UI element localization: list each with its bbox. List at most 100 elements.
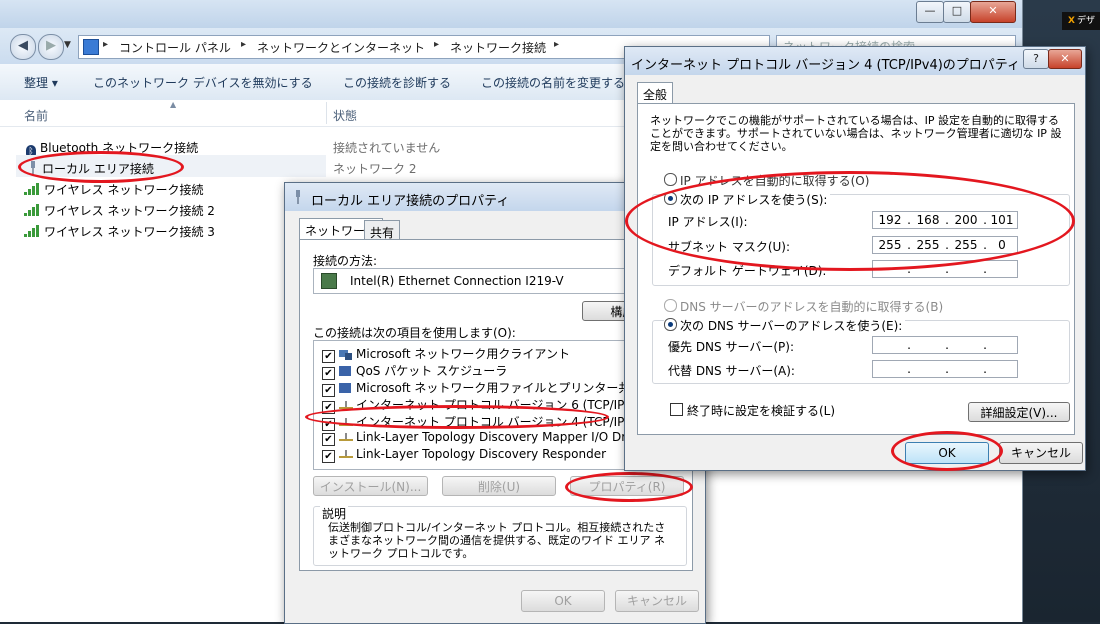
column-header-status[interactable]: 状態 [333, 107, 357, 124]
list-item-wireless-3[interactable]: ワイヤレス ネットワーク接続 3 [24, 223, 215, 240]
description-group: 説明 伝送制御プロトコル/インターネット プロトコル。相互接続されたさまざまなネ… [313, 505, 687, 566]
title-bar: — □ ✕ [0, 0, 1022, 28]
subnet-mask-label: サブネット マスク(U): [668, 240, 791, 254]
list-item-wireless[interactable]: ワイヤレス ネットワーク接続 [24, 181, 203, 198]
close-button[interactable]: ✕ [970, 1, 1016, 23]
client-icon [339, 350, 352, 360]
badge-label: デザ [1076, 16, 1095, 26]
radio-unselected[interactable] [664, 173, 677, 186]
wifi-icon [24, 225, 39, 237]
connection-name: Bluetooth ネットワーク接続 [40, 141, 199, 155]
subnet-mask-field[interactable]: 255. 255. 255. 0 [872, 236, 1018, 254]
service-icon [339, 366, 351, 376]
description-text: 伝送制御プロトコル/インターネット プロトコル。相互接続されたさまざまなネットワ… [328, 521, 666, 560]
checkbox-unchecked[interactable] [670, 403, 683, 416]
breadcrumb-control-panel[interactable]: コントロール パネル [119, 39, 231, 56]
network-adapter-icon [321, 273, 337, 289]
wifi-icon [24, 204, 39, 216]
radio-selected[interactable] [664, 192, 677, 205]
wifi-icon [24, 183, 39, 195]
gateway-field[interactable]: ... [872, 260, 1018, 278]
list-item-wireless-2[interactable]: ワイヤレス ネットワーク接続 2 [24, 202, 215, 219]
protocol-icon [339, 401, 353, 409]
connection-name: ローカル エリア接続 [42, 162, 154, 176]
help-button[interactable]: ? [1023, 49, 1049, 69]
adapter-name: Intel(R) Ethernet Connection I219-V [350, 274, 564, 288]
lan-icon [296, 190, 300, 204]
rename-command[interactable]: この接続の名前を変更する [481, 74, 625, 91]
breadcrumb-network-internet[interactable]: ネットワークとインターネット [257, 39, 425, 56]
chevron-right-icon[interactable]: ▸ [434, 39, 439, 50]
cancel-button[interactable]: キャンセル [999, 442, 1083, 464]
manual-dns-option[interactable]: 次の DNS サーバーのアドレスを使う(E): [664, 317, 906, 334]
chevron-right-icon[interactable]: ▸ [241, 39, 246, 50]
minimize-button[interactable]: — [916, 1, 944, 23]
lan-icon [31, 161, 35, 175]
checkbox-checked[interactable]: ✔ [322, 450, 335, 463]
column-header-name[interactable]: 名前 [24, 107, 48, 124]
ipv4-properties-dialog: インターネット プロトコル バージョン 4 (TCP/IPv4)のプロパティ ?… [624, 46, 1086, 471]
connection-name: ワイヤレス ネットワーク接続 [44, 183, 204, 197]
protocol-icon [339, 450, 353, 458]
advanced-button[interactable]: 詳細設定(V)... [968, 402, 1070, 422]
preferred-dns-label: 優先 DNS サーバー(P): [668, 340, 794, 354]
ip-address-label: IP アドレス(I): [668, 215, 748, 229]
radio-selected[interactable] [664, 318, 677, 331]
component-item[interactable]: ✔ Microsoft ネットワーク用ファイルとプリンター共有 [322, 379, 642, 397]
general-tab-panel: ネットワークでこの機能がサポートされている場合は、IP 設定を自動的に取得するこ… [637, 103, 1075, 435]
connection-name: ワイヤレス ネットワーク接続 2 [44, 204, 215, 218]
preferred-dns-field[interactable]: ... [872, 336, 1018, 354]
connection-status: ネットワーク 2 [333, 162, 417, 176]
back-button[interactable]: ◀ [10, 34, 36, 60]
connection-status: 接続されていません [333, 141, 441, 155]
disable-device-command[interactable]: このネットワーク デバイスを無効にする [93, 74, 313, 91]
component-item[interactable]: ✔ Microsoft ネットワーク用クライアント [322, 345, 570, 363]
column-divider[interactable] [326, 102, 327, 124]
dialog-title: ローカル エリア接続のプロパティ [311, 194, 510, 209]
app-x-icon: X [1068, 16, 1075, 26]
component-item[interactable]: ✔ QoS パケット スケジューラ [322, 362, 507, 380]
close-button[interactable]: ✕ [1048, 49, 1082, 69]
chevron-right-icon[interactable]: ▸ [554, 39, 559, 50]
items-label: この接続は次の項目を使用します(O): [313, 326, 516, 340]
dialog-title: インターネット プロトコル バージョン 4 (TCP/IPv4)のプロパティ [631, 58, 1021, 73]
chevron-right-icon[interactable]: ▸ [103, 39, 108, 50]
checkbox-checked[interactable]: ✔ [322, 433, 335, 446]
radio-unselected[interactable] [664, 299, 677, 312]
auto-ip-option[interactable]: IP アドレスを自動的に取得する(O) [664, 172, 869, 189]
auto-dns-option[interactable]: DNS サーバーのアドレスを自動的に取得する(B) [664, 298, 943, 315]
ok-button[interactable]: OK [521, 590, 605, 612]
breadcrumb-network-connections[interactable]: ネットワーク接続 [450, 39, 546, 56]
ok-button[interactable]: OK [905, 442, 989, 464]
component-item[interactable]: ✔ インターネット プロトコル バージョン 6 (TCP/IPv6) [322, 396, 644, 414]
service-icon [339, 383, 351, 393]
description-label: 説明 [320, 505, 349, 522]
uninstall-button[interactable]: 削除(U) [442, 476, 556, 496]
diagnose-command[interactable]: この接続を診断する [343, 74, 451, 91]
maximize-button[interactable]: □ [943, 1, 971, 23]
component-item-ipv4[interactable]: ✔ インターネット プロトコル バージョン 4 (TCP/IPv4) [322, 413, 644, 431]
intro-text: ネットワークでこの機能がサポートされている場合は、IP 設定を自動的に取得するこ… [650, 114, 1062, 153]
protocol-icon [339, 433, 353, 441]
list-item-local-area[interactable]: ローカル エリア接続 [28, 160, 154, 177]
ip-address-field[interactable]: 192. 168. 200. 101 [872, 211, 1018, 229]
recent-pages-icon[interactable]: ▼ [64, 40, 71, 50]
taskbar-app-badge[interactable]: X デザ [1062, 12, 1100, 30]
component-item[interactable]: ✔ Link-Layer Topology Discovery Mapper I/… [322, 430, 649, 446]
forward-button[interactable]: ▶ [38, 34, 64, 60]
organize-menu[interactable]: 整理 ▾ [24, 74, 58, 91]
alternate-dns-label: 代替 DNS サーバー(A): [668, 364, 795, 378]
cancel-button[interactable]: キャンセル [615, 590, 699, 612]
connection-name: ワイヤレス ネットワーク接続 3 [44, 225, 215, 239]
protocol-icon [339, 418, 353, 426]
back-arrow-icon: ◀ [18, 38, 28, 53]
connect-using-label: 接続の方法: [313, 254, 378, 268]
alternate-dns-field[interactable]: ... [872, 360, 1018, 378]
manual-ip-option[interactable]: 次の IP アドレスを使う(S): [664, 191, 831, 208]
gateway-label: デフォルト ゲートウェイ(D): [668, 264, 827, 278]
properties-button[interactable]: プロパティ(R) [570, 476, 684, 496]
dialog-title-bar: インターネット プロトコル バージョン 4 (TCP/IPv4)のプロパティ ?… [625, 47, 1085, 75]
component-item[interactable]: ✔ Link-Layer Topology Discovery Responder [322, 447, 606, 463]
validate-on-exit-option[interactable]: 終了時に設定を検証する(L) [670, 402, 835, 419]
install-button[interactable]: インストール(N)... [313, 476, 428, 496]
